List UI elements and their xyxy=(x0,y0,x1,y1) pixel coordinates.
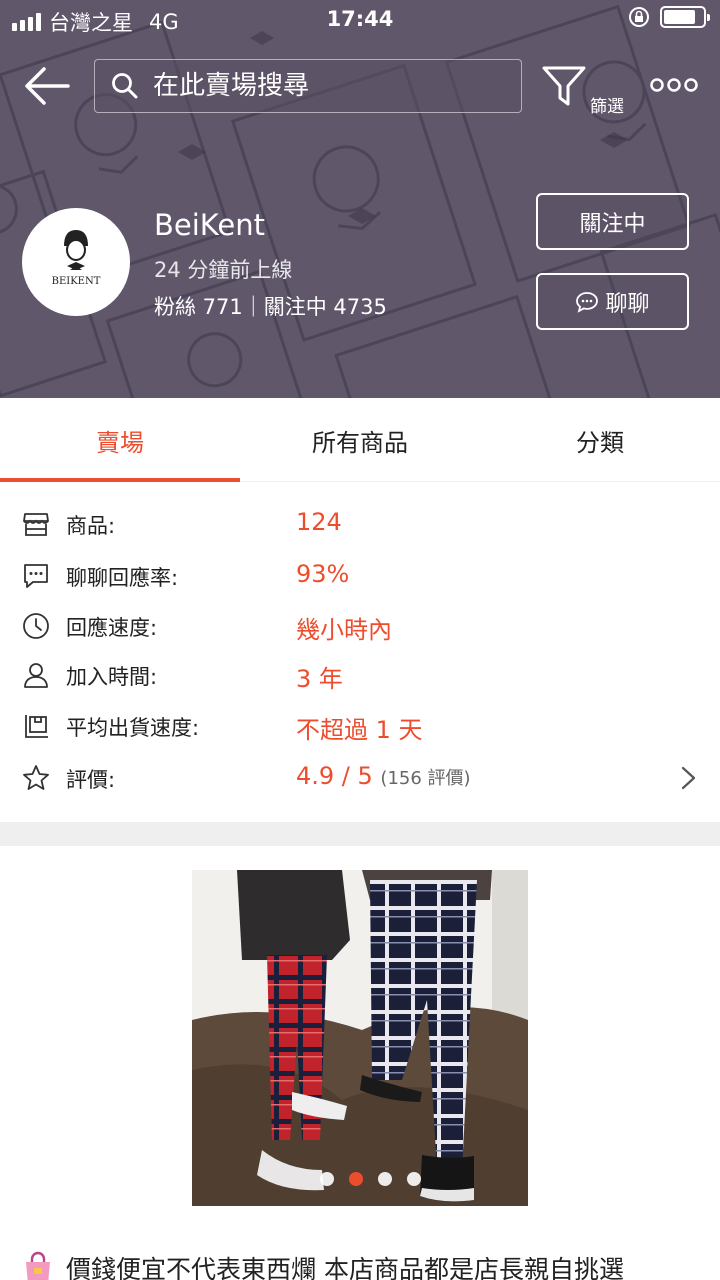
banner-dot-2[interactable] xyxy=(348,1172,363,1186)
chat-icon xyxy=(24,564,48,588)
following-button[interactable]: 關注中 xyxy=(536,193,689,250)
battery-icon xyxy=(660,6,710,28)
status-bar: 台灣之星 4G 17:44 xyxy=(0,0,720,40)
stat-chat-rate-label: 聊聊回應率: xyxy=(66,566,179,590)
status-time: 17:44 xyxy=(326,7,394,31)
stat-joined-value: 3 年 xyxy=(296,665,343,693)
chat-bubble-icon xyxy=(576,291,599,313)
search-box[interactable] xyxy=(94,59,522,113)
stat-products: 商品: 124 xyxy=(0,502,720,546)
rating-score: 4.9 / 5 xyxy=(296,762,373,790)
shop-tabs: 賣場 所有商品 分類 xyxy=(0,398,720,482)
last-online: 24 分鐘前上線 xyxy=(154,258,293,282)
stat-joined: 加入時間: 3 年 xyxy=(0,653,720,697)
tab-shop[interactable]: 賣場 xyxy=(0,398,240,482)
stat-shipping-speed-value: 不超過 1 天 xyxy=(296,716,423,744)
stat-response-speed-value: 幾小時內 xyxy=(296,616,392,644)
product-banner[interactable] xyxy=(192,870,528,1206)
shop-description-text: 價錢便宜不代表東西爛 本店商品都是店長親自挑選 xyxy=(66,1255,624,1280)
banner-dot-3[interactable] xyxy=(377,1172,392,1186)
tab-all-products[interactable]: 所有商品 xyxy=(240,398,480,482)
banner-dot-4[interactable] xyxy=(406,1172,421,1186)
stat-chat-rate: 聊聊回應率: 93% xyxy=(0,554,720,598)
stat-rating-value: 4.9 / 5 (156 評價) xyxy=(296,762,471,790)
product-photo xyxy=(192,870,528,1206)
shopping-bag-icon xyxy=(26,1251,50,1280)
search-input[interactable] xyxy=(153,71,513,101)
rating-count: (156 評價) xyxy=(380,768,471,789)
followers-count: 粉絲 771｜關注中 4735 xyxy=(154,295,387,319)
star-icon xyxy=(23,765,49,790)
stat-chat-rate-value: 93% xyxy=(296,560,350,588)
stat-products-label: 商品: xyxy=(66,514,116,538)
user-icon xyxy=(24,663,48,688)
shop-name: BeiKent xyxy=(154,208,265,242)
filter-button[interactable]: 篩選 xyxy=(540,64,632,117)
orientation-lock-icon xyxy=(629,7,649,27)
shop-description: 價錢便宜不代表東西爛 本店商品都是店長親自挑選 xyxy=(20,1248,710,1280)
status-right xyxy=(628,6,710,28)
stat-joined-label: 加入時間: xyxy=(66,665,158,689)
stat-products-value: 124 xyxy=(296,508,342,536)
banner-pagination xyxy=(0,1172,720,1188)
stat-response-speed-label: 回應速度: xyxy=(66,616,158,640)
shop-avatar[interactable]: BEIKENT xyxy=(22,208,130,316)
more-options-icon[interactable] xyxy=(650,76,698,94)
chat-button-label: 聊聊 xyxy=(605,291,650,317)
filter-label: 篩選 xyxy=(590,97,624,117)
stat-rating[interactable]: 評價: 4.9 / 5 (156 評價) xyxy=(0,756,720,800)
search-icon xyxy=(112,73,138,99)
filter-icon xyxy=(542,66,586,106)
tab-categories[interactable]: 分類 xyxy=(480,398,720,482)
shipping-box-icon xyxy=(25,715,48,738)
section-divider xyxy=(0,822,720,846)
avatar-logo-icon xyxy=(64,230,88,270)
clock-icon xyxy=(23,613,49,639)
stat-shipping-speed-label: 平均出貨速度: xyxy=(66,716,200,740)
chevron-right-icon[interactable] xyxy=(678,764,700,792)
chat-button[interactable]: 聊聊 xyxy=(536,273,689,330)
stat-shipping-speed: 平均出貨速度: 不超過 1 天 xyxy=(0,704,720,748)
shop-header: 台灣之星 4G 17:44 篩選 xyxy=(0,0,720,398)
following-button-label: 關注中 xyxy=(579,211,646,237)
storefront-icon xyxy=(23,513,49,536)
avatar-text: BEIKENT xyxy=(51,276,101,287)
stat-response-speed: 回應速度: 幾小時內 xyxy=(0,604,720,648)
back-arrow-icon[interactable] xyxy=(22,64,72,108)
banner-dot-1[interactable] xyxy=(319,1172,334,1186)
stat-rating-label: 評價: xyxy=(66,768,116,792)
